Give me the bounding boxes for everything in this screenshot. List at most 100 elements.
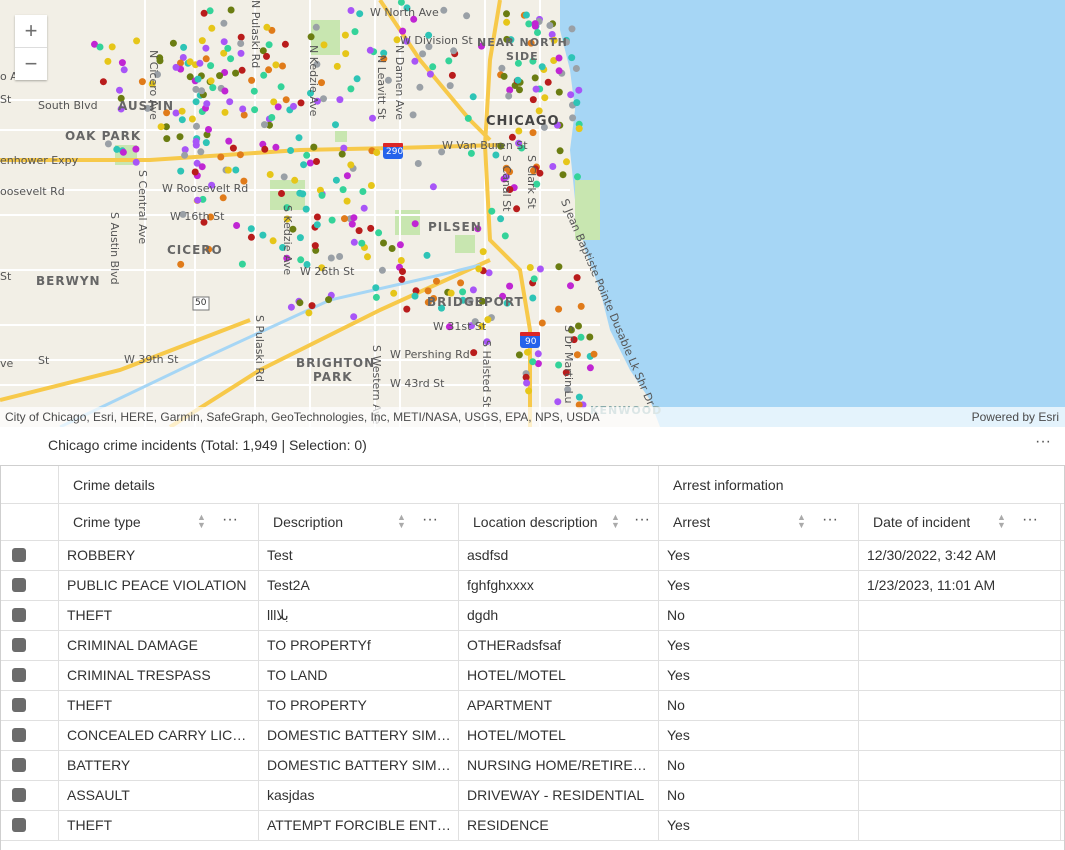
crime-point[interactable] bbox=[269, 237, 277, 245]
crime-point[interactable] bbox=[554, 398, 562, 406]
crime-point[interactable] bbox=[573, 274, 581, 282]
cell-description[interactable]: TO LAND bbox=[259, 660, 459, 690]
crime-point[interactable] bbox=[367, 182, 375, 189]
cell-description[interactable]: ATTEMPT FORCIBLE ENTRY bbox=[259, 810, 459, 840]
crime-point[interactable] bbox=[108, 43, 116, 51]
cell-date-of-incident[interactable] bbox=[859, 660, 1061, 690]
crime-point[interactable] bbox=[263, 52, 270, 60]
crime-point[interactable] bbox=[546, 22, 554, 29]
crime-point[interactable] bbox=[178, 107, 186, 115]
cell-description[interactable]: Test2A bbox=[259, 570, 459, 600]
crime-point[interactable] bbox=[220, 38, 228, 46]
crime-point[interactable] bbox=[529, 96, 537, 104]
crime-point[interactable] bbox=[347, 161, 355, 169]
crime-point[interactable] bbox=[366, 46, 374, 54]
crime-point[interactable] bbox=[104, 57, 112, 65]
crime-point[interactable] bbox=[219, 194, 227, 202]
column-header-crime-type[interactable]: Crime type ▲ ▼ ··· bbox=[59, 503, 259, 540]
crime-point[interactable] bbox=[364, 253, 371, 261]
crime-point[interactable] bbox=[157, 123, 165, 131]
crime-point[interactable] bbox=[221, 87, 229, 95]
zoom-in-button[interactable]: + bbox=[15, 15, 47, 47]
crime-point[interactable] bbox=[500, 72, 508, 80]
crime-point[interactable] bbox=[569, 114, 577, 122]
cell-date-of-incident[interactable] bbox=[859, 720, 1061, 750]
table-row[interactable]: THEFT TO PROPERTY APARTMENT No bbox=[1, 690, 1064, 721]
powered-by-esri[interactable]: Powered by Esri bbox=[972, 410, 1059, 424]
crime-point[interactable] bbox=[172, 63, 180, 71]
cell-location-description[interactable]: APARTMENT bbox=[459, 690, 659, 720]
crime-point[interactable] bbox=[347, 7, 355, 14]
crime-point[interactable] bbox=[260, 71, 268, 79]
cell-arrest[interactable]: Yes bbox=[659, 720, 859, 750]
crime-point[interactable] bbox=[586, 333, 594, 341]
row-select-checkbox[interactable] bbox=[12, 638, 26, 652]
cell-location-description[interactable]: fghfghxxxx bbox=[459, 570, 659, 600]
crime-point[interactable] bbox=[224, 44, 232, 52]
crime-point[interactable] bbox=[575, 393, 583, 401]
crime-point[interactable] bbox=[501, 232, 509, 240]
cell-arrest[interactable]: No bbox=[659, 690, 859, 720]
cell-location-description[interactable]: dgdh bbox=[459, 600, 659, 630]
zoom-out-button[interactable]: − bbox=[15, 48, 47, 80]
crime-point[interactable] bbox=[311, 242, 319, 250]
cell-arrest[interactable]: Yes bbox=[659, 660, 859, 690]
crime-point[interactable] bbox=[305, 309, 313, 317]
crime-point[interactable] bbox=[196, 59, 204, 67]
crime-point[interactable] bbox=[220, 19, 228, 27]
crime-point[interactable] bbox=[350, 313, 358, 321]
sort-icon[interactable]: ▲ ▼ bbox=[197, 513, 206, 530]
column-menu-icon[interactable]: ··· bbox=[822, 511, 838, 529]
cell-location-description[interactable]: DRIVEWAY - RESIDENTIAL bbox=[459, 780, 659, 810]
crime-point[interactable] bbox=[313, 213, 321, 221]
crime-point[interactable] bbox=[531, 20, 539, 28]
sort-icon[interactable]: ▲ ▼ bbox=[611, 513, 620, 530]
crime-point[interactable] bbox=[338, 150, 346, 158]
crime-point[interactable] bbox=[132, 145, 140, 153]
crime-point[interactable] bbox=[414, 160, 422, 167]
crime-point[interactable] bbox=[132, 158, 140, 166]
crime-point[interactable] bbox=[358, 239, 366, 247]
crime-point[interactable] bbox=[248, 76, 256, 84]
crime-point[interactable] bbox=[194, 75, 202, 83]
crime-point[interactable] bbox=[272, 143, 280, 151]
crime-point[interactable] bbox=[360, 204, 368, 212]
crime-point[interactable] bbox=[266, 171, 274, 178]
attribution-text[interactable]: City of Chicago, Esri, HERE, Garmin, Saf… bbox=[5, 410, 600, 424]
crime-point[interactable] bbox=[188, 115, 196, 123]
crime-point[interactable] bbox=[202, 55, 210, 63]
cell-location-description[interactable]: asdfsd bbox=[459, 540, 659, 570]
crime-point[interactable] bbox=[445, 57, 453, 65]
crime-point[interactable] bbox=[470, 349, 478, 357]
table-row[interactable]: ASSAULT kasjdas DRIVEWAY - RESIDENTIAL No bbox=[1, 780, 1064, 811]
crime-point[interactable] bbox=[208, 24, 216, 32]
crime-point[interactable] bbox=[120, 66, 128, 74]
crime-point[interactable] bbox=[227, 55, 235, 63]
crime-point[interactable] bbox=[341, 215, 348, 223]
crime-point[interactable] bbox=[313, 221, 321, 229]
crime-point[interactable] bbox=[463, 12, 471, 20]
crime-point[interactable] bbox=[573, 99, 581, 107]
cell-arrest[interactable]: No bbox=[659, 600, 859, 630]
table-row[interactable]: CONCEALED CARRY LICENSE VIOLATION DOMESTI… bbox=[1, 720, 1064, 751]
crime-point[interactable] bbox=[350, 214, 358, 222]
crime-point[interactable] bbox=[225, 137, 233, 145]
crime-point[interactable] bbox=[176, 133, 184, 141]
cell-description[interactable]: kasjdas bbox=[259, 780, 459, 810]
crime-point[interactable] bbox=[229, 144, 237, 152]
crime-point[interactable] bbox=[538, 63, 546, 71]
crime-point[interactable] bbox=[238, 66, 246, 74]
crime-point[interactable] bbox=[237, 49, 245, 57]
crime-point[interactable] bbox=[265, 66, 273, 74]
crime-point[interactable] bbox=[197, 148, 205, 156]
crime-point[interactable] bbox=[318, 191, 326, 199]
crime-point[interactable] bbox=[529, 129, 537, 137]
crime-point[interactable] bbox=[549, 163, 557, 170]
crime-point[interactable] bbox=[498, 64, 506, 72]
table-row[interactable]: BATTERY DOMESTIC BATTERY SIMPLE NURSING HO… bbox=[1, 750, 1064, 781]
crime-point[interactable] bbox=[265, 41, 273, 49]
crime-point[interactable] bbox=[336, 253, 344, 260]
cell-date-of-incident[interactable] bbox=[859, 690, 1061, 720]
crime-point[interactable] bbox=[503, 18, 511, 26]
column-menu-icon[interactable]: ··· bbox=[1022, 511, 1038, 529]
